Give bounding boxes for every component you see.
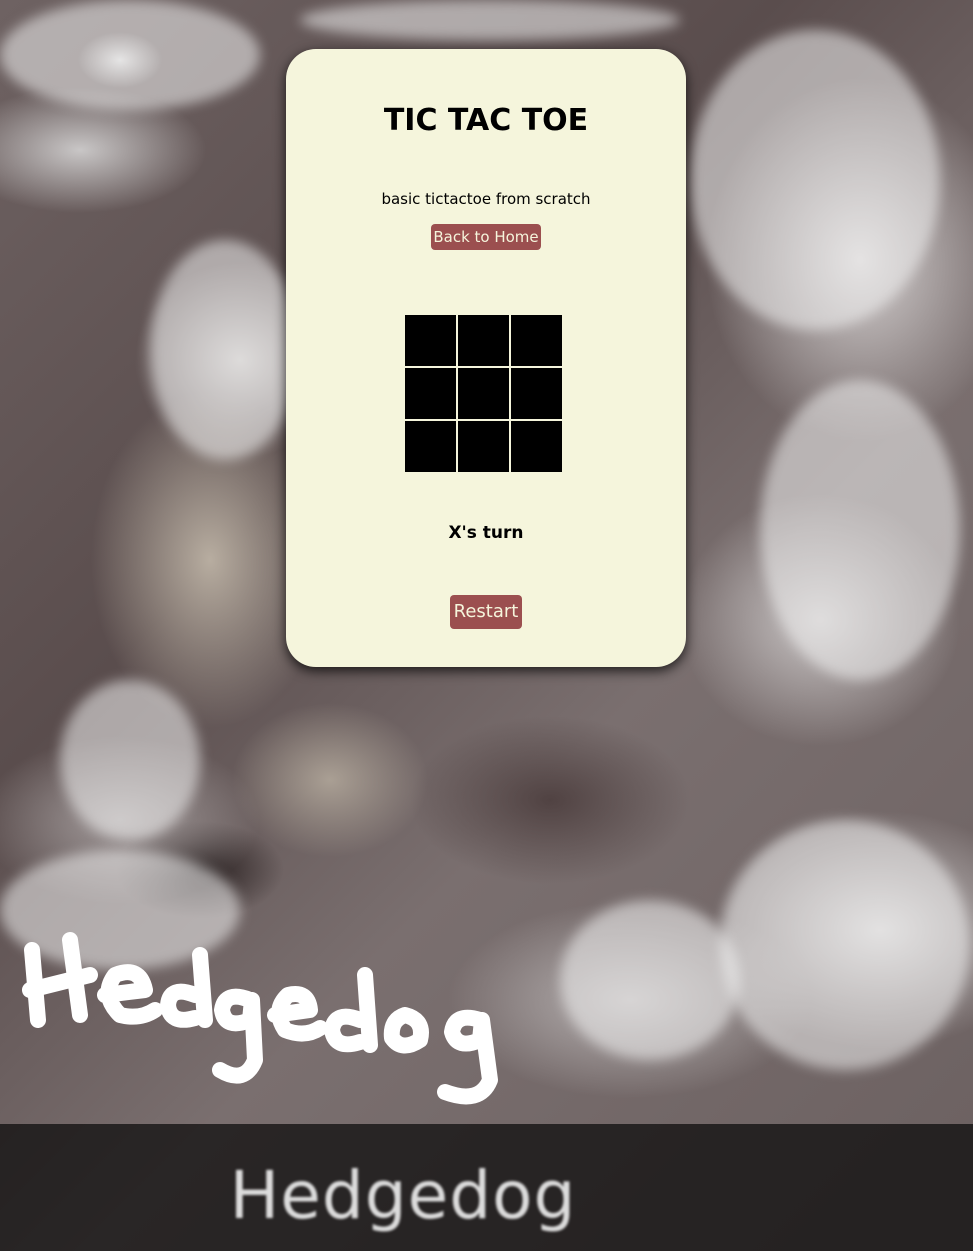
scribble-hedgedog: [22, 932, 498, 1105]
caption-text: Hedgedog: [229, 1157, 577, 1234]
board-cell-6[interactable]: [511, 368, 562, 419]
board-cell-3[interactable]: [511, 315, 562, 366]
board-cell-7[interactable]: [405, 421, 456, 472]
board-cell-2[interactable]: [458, 315, 509, 366]
game-card: TIC TAC TOE basic tictactoe from scratch…: [286, 49, 686, 667]
board-cell-1[interactable]: [405, 315, 456, 366]
back-to-home-button[interactable]: Back to Home: [431, 224, 541, 250]
turn-status: X's turn: [448, 523, 524, 543]
game-board: [405, 315, 563, 473]
board-cell-8[interactable]: [458, 421, 509, 472]
restart-button[interactable]: Restart: [450, 595, 522, 629]
page-title: TIC TAC TOE: [383, 103, 589, 138]
page-subtitle: basic tictactoe from scratch: [381, 190, 591, 208]
board-cell-9[interactable]: [511, 421, 562, 472]
board-cell-5[interactable]: [458, 368, 509, 419]
board-cell-4[interactable]: [405, 368, 456, 419]
